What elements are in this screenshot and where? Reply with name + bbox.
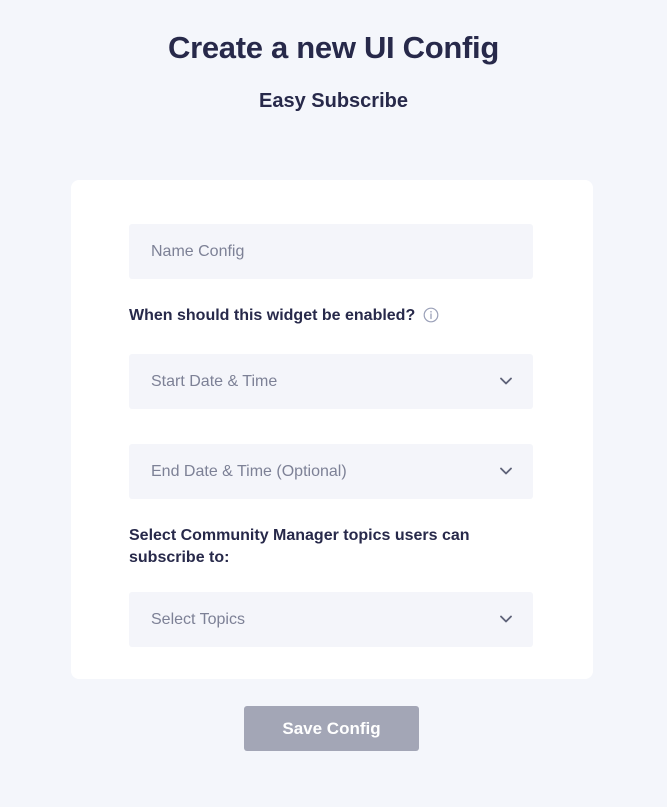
chevron-down-icon <box>500 615 512 623</box>
start-date-placeholder: Start Date & Time <box>151 372 278 390</box>
config-form-card: Name Config When should this widget be e… <box>71 180 593 679</box>
name-config-placeholder: Name Config <box>151 242 245 260</box>
topics-label-line2: subscribe to: <box>129 549 230 566</box>
page-subtitle: Easy Subscribe <box>259 90 408 112</box>
topics-placeholder: Select Topics <box>151 610 245 628</box>
end-date-select[interactable]: End Date & Time (Optional) <box>129 444 533 499</box>
topics-select[interactable]: Select Topics <box>129 592 533 647</box>
end-date-placeholder: End Date & Time (Optional) <box>151 462 347 480</box>
save-config-button[interactable]: Save Config <box>244 706 419 751</box>
topics-label: Select Community Manager topics users ca… <box>129 525 470 569</box>
topics-label-line1: Select Community Manager topics users ca… <box>129 527 470 544</box>
info-icon[interactable] <box>423 307 439 323</box>
name-config-input[interactable]: Name Config <box>129 224 533 279</box>
start-date-select[interactable]: Start Date & Time <box>129 354 533 409</box>
chevron-down-icon <box>500 467 512 475</box>
enabled-question-label: When should this widget be enabled? <box>129 305 439 327</box>
page-title: Create a new UI Config <box>167 30 499 65</box>
chevron-down-icon <box>500 377 512 385</box>
enabled-question-text: When should this widget be enabled? <box>129 307 416 324</box>
